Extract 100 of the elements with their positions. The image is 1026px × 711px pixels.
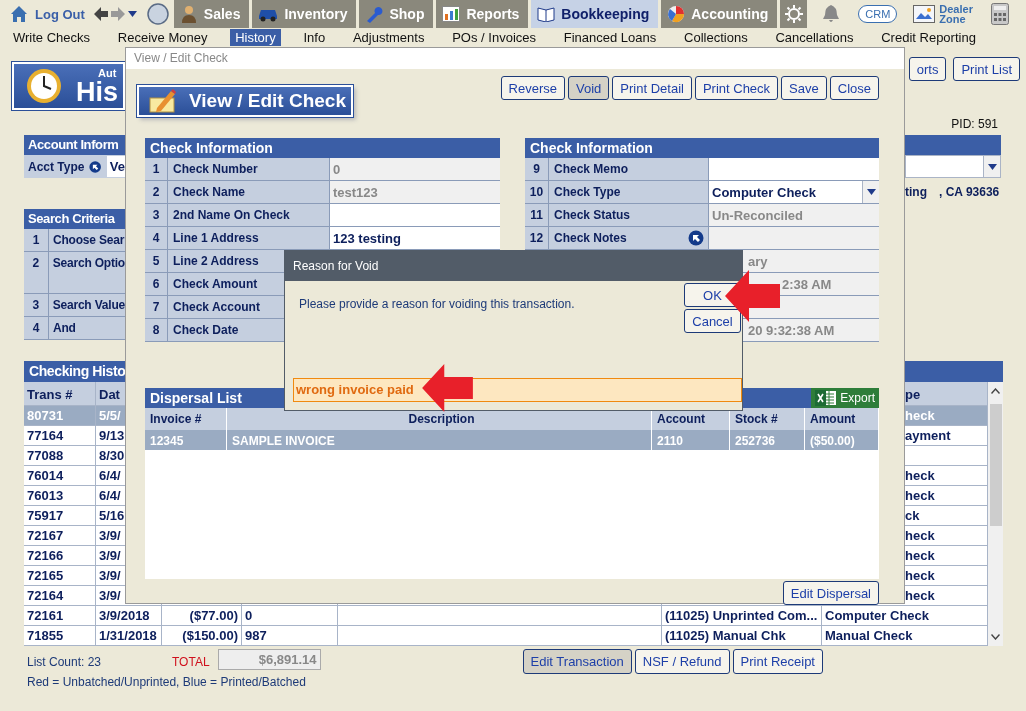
field-label: Choose Sear [52,232,125,249]
panel-header: Check Information [525,138,879,158]
nav-tab[interactable]: Cancellations [770,29,859,46]
panel-title: Dispersal List [150,389,242,408]
home-icon [10,5,28,23]
calculator-icon[interactable] [991,3,1010,25]
button[interactable]: Close [829,76,879,100]
row-number: 5 [145,250,168,273]
row-number: 12 [525,227,549,250]
field-label: Search Value [51,297,125,314]
module-tab[interactable]: Shop [359,0,434,28]
button[interactable]: Save [781,76,827,100]
row-number: 3 [145,204,168,227]
wrench-icon [365,5,384,23]
avatar-icon[interactable] [146,3,169,25]
bell-icon[interactable] [822,4,841,24]
button[interactable]: Print List [953,57,1020,81]
row-number: 11 [525,204,549,227]
scrollbar-thumb[interactable] [989,404,1002,526]
scroll-up-icon[interactable] [991,388,1000,394]
field-label: Search Optio [51,255,125,272]
module-tab[interactable]: Accounting [661,0,778,28]
back-icon[interactable] [93,7,108,21]
button[interactable]: Void [568,76,610,100]
readonly-field: Un-Reconciled [709,204,879,227]
input-field[interactable] [709,158,879,181]
spreadsheet-icon [815,389,838,407]
nav-tab[interactable]: Info [298,29,331,46]
readonly-field: test123 [330,181,500,204]
list-count: List Count: 23 [26,655,103,669]
table-cell: 1/31/2018 [96,626,162,646]
field-label: Check Type [554,185,621,199]
row-number: 7 [145,296,168,319]
nav-tab[interactable]: Receive Money [112,29,213,46]
panel-header: Search Criteria [24,209,125,229]
field-label: 2nd Name On Check [173,208,290,222]
row-number: 4 [24,317,49,339]
row-number: 2 [24,252,49,293]
field-value: ary [747,254,768,269]
nav-tab[interactable]: History [230,29,281,46]
table-cell: (11025) Manual Chk [662,626,822,646]
dialog-message: Please provide a reason for voiding this transaction. [299,297,575,313]
nav-tab[interactable]: POs / Invoices [447,29,541,46]
field-label: Check Date [173,323,239,337]
total-field: $6,891.14 [217,649,321,670]
logout-link[interactable]: Log Out [10,5,85,23]
export-button[interactable]: Export [811,388,879,408]
nav-tab[interactable]: Write Checks [8,29,96,46]
module-tab[interactable]: Inventory [252,0,357,28]
module-tab[interactable]: Reports [436,0,529,28]
nav-tab[interactable]: Financed Loans [558,29,662,46]
dialog-title: Reason for Void [285,251,742,281]
field-label: And [52,320,76,337]
field-value: 2:38 AM [781,277,832,292]
nav-tab[interactable]: Credit Reporting [876,29,981,46]
notepad-pencil-icon [149,88,179,114]
table-cell: ($150.00) [162,626,242,646]
table-cell: 71855 [24,626,96,646]
header-caption: Aut [98,67,118,79]
nav-tab[interactable]: Collections [679,29,753,46]
input-field[interactable]: 123 testing [330,227,500,250]
dialog-heading-banner: View / Edit Check [137,85,353,117]
field-label: Acct Type [28,159,85,174]
button[interactable]: Print Detail [612,76,692,100]
panel-header: Account Inform [24,135,125,155]
input-field[interactable] [330,204,500,227]
address-text: ting [905,185,927,199]
scroll-down-icon[interactable] [991,634,1000,640]
nav-tab[interactable]: Adjustments [347,29,430,46]
scrollbar[interactable] [988,382,1003,646]
button[interactable]: NSF / Refund [634,649,730,674]
field-label: Check Name [173,185,246,199]
row-number: 9 [525,158,549,181]
table-cell: 987 [242,626,338,646]
button[interactable]: Cancel [684,309,741,333]
button[interactable]: Edit Dispersal [782,581,879,605]
crm-link[interactable]: CRM [858,5,898,23]
button[interactable]: Print Check [694,76,779,100]
table-cell: Manual Check [822,626,988,646]
header-title: His [76,79,119,105]
module-tab[interactable]: Bookkeeping [531,0,659,28]
caret-icon [987,163,997,170]
button[interactable]: Print Receipt [732,649,823,674]
row-number: 6 [145,273,168,296]
field-label: Check Number [173,162,258,176]
button[interactable]: Edit Transaction [522,649,632,674]
button[interactable]: orts [908,57,947,81]
caret-icon[interactable] [127,11,137,17]
dropdown-field[interactable]: Computer Check [709,181,879,203]
settings-icon[interactable] [783,4,804,24]
field-label: Line 1 Address [173,231,259,245]
arrow-circle-icon[interactable] [89,158,102,175]
dealer-zone-link[interactable]: Dealer Zone [913,4,978,24]
button[interactable]: Reverse [500,76,565,100]
dropdown-field[interactable] [905,155,1001,178]
row-number: 3 [24,294,49,316]
arrow-circle-icon[interactable] [688,230,704,246]
field-label: Check Notes [554,231,627,245]
module-tab[interactable]: Sales [173,0,250,28]
acct-type-field[interactable]: Ve [106,156,125,177]
